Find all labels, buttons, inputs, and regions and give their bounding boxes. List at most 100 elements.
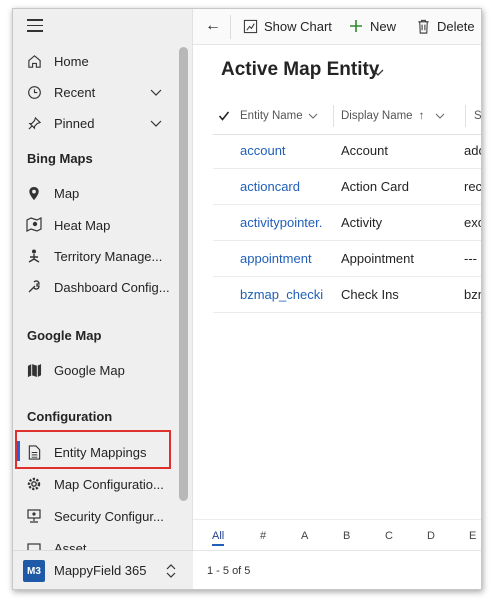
sidebar-item-label: Entity Mappings <box>54 444 147 460</box>
sidebar-item-territory-manager[interactable]: Territory Manage... <box>13 241 193 271</box>
display-name-cell: Account <box>341 143 388 158</box>
sidebar-item-label: Heat Map <box>54 217 111 233</box>
sidebar-item-label: Map Configuratio... <box>54 476 164 492</box>
security-icon <box>26 508 42 524</box>
column-header-display-name[interactable]: Display Name ↑ <box>341 101 446 131</box>
sidebar-item-label: Map <box>54 185 80 201</box>
view-title[interactable]: Active Map Entity <box>221 59 379 81</box>
third-column-cell: rec <box>464 179 482 194</box>
sidebar-scrollbar[interactable] <box>179 47 188 501</box>
app-window: Home Recent Pinned Bing Maps Map Heat Ma… <box>12 8 482 590</box>
new-button[interactable]: New <box>348 9 396 43</box>
third-column-cell: --- <box>464 251 477 266</box>
entity-name-link[interactable]: account <box>240 143 328 158</box>
column-header-label: Stre <box>474 110 482 122</box>
sidebar-item-label: Dashboard Config... <box>54 279 170 295</box>
display-name-cell: Action Card <box>341 179 409 194</box>
asset-icon <box>26 541 42 550</box>
filter-d[interactable]: D <box>427 530 435 542</box>
filter-all[interactable]: All <box>212 530 225 546</box>
main-content: ← Show Chart New Delete Active Map Entit… <box>193 9 481 589</box>
divider <box>230 15 231 39</box>
table-row[interactable]: bzmap_checkin Check Ins bzm <box>213 277 481 313</box>
app-switcher[interactable]: M3 MappyField 365 <box>13 550 193 589</box>
filter-a[interactable]: A <box>301 530 308 542</box>
chevron-down-icon <box>308 113 317 119</box>
back-button[interactable]: ← <box>205 9 221 43</box>
third-column-cell: ado <box>464 143 481 158</box>
entity-name-link[interactable]: actioncard <box>240 179 328 194</box>
chevron-up-down-icon[interactable] <box>165 562 177 580</box>
plus-icon <box>348 18 364 34</box>
document-icon <box>26 444 42 460</box>
entity-name-link[interactable]: bzmap_checkin <box>240 287 324 302</box>
entity-name-link[interactable]: activitypointer. <box>240 215 328 230</box>
checkmark-icon <box>218 111 230 121</box>
clock-icon <box>26 84 42 100</box>
column-header-entity-name[interactable]: Entity Name <box>240 101 319 131</box>
sidebar-item-home[interactable]: Home <box>13 46 193 76</box>
sidebar: Home Recent Pinned Bing Maps Map Heat Ma… <box>13 9 193 589</box>
sidebar-item-label: Security Configur... <box>54 508 164 524</box>
column-divider <box>333 105 334 127</box>
filter-e[interactable]: E <box>469 530 476 542</box>
chevron-down-icon[interactable] <box>149 85 163 99</box>
column-divider <box>465 105 466 127</box>
table-row[interactable]: activitypointer. Activity exo <box>213 205 481 241</box>
sidebar-item-recent[interactable]: Recent <box>13 77 193 107</box>
folded-map-icon <box>26 362 42 378</box>
sidebar-item-label: Pinned <box>54 115 95 131</box>
sidebar-item-map-configuration[interactable]: Map Configuratio... <box>13 469 193 499</box>
record-count: 1 - 5 of 5 <box>207 565 251 577</box>
table-row[interactable]: account Account ado <box>213 133 481 169</box>
table-row[interactable]: appointment Appointment --- <box>213 241 481 277</box>
filter-b[interactable]: B <box>343 530 350 542</box>
alphabet-filter: All # A B C D E <box>193 519 481 549</box>
display-name-cell: Activity <box>341 215 383 230</box>
sidebar-item-security-configuration[interactable]: Security Configur... <box>13 501 193 531</box>
show-chart-label: Show Chart <box>264 18 332 34</box>
column-header-label: Entity Name <box>240 110 303 122</box>
delete-button[interactable]: Delete <box>415 9 475 43</box>
sidebar-item-entity-mappings[interactable]: Entity Mappings <box>13 437 193 467</box>
select-all-checkbox[interactable] <box>218 101 230 131</box>
sidebar-item-label: Google Map <box>54 362 125 378</box>
show-chart-button[interactable]: Show Chart <box>242 9 332 43</box>
sidebar-item-heat-map[interactable]: Heat Map <box>13 210 193 240</box>
display-name-cell: Appointment <box>341 251 414 266</box>
chevron-down-icon <box>435 113 445 119</box>
filter-hash[interactable]: # <box>260 530 266 542</box>
trash-icon <box>415 18 431 34</box>
home-icon <box>26 53 42 69</box>
filter-c[interactable]: C <box>385 530 393 542</box>
hamburger-menu-icon[interactable] <box>27 19 43 33</box>
chevron-down-icon[interactable] <box>371 65 385 79</box>
sort-ascending-icon: ↑ <box>418 110 425 122</box>
section-title-bing-maps: Bing Maps <box>27 151 93 166</box>
gear-icon <box>26 476 42 492</box>
command-bar: ← Show Chart New Delete <box>193 9 481 45</box>
sidebar-item-asset[interactable]: Asset <box>13 533 193 550</box>
pin-icon <box>26 115 42 131</box>
entity-name-link[interactable]: appointment <box>240 251 328 266</box>
section-title-configuration: Configuration <box>27 409 113 424</box>
sidebar-item-label: Recent <box>54 84 96 100</box>
sidebar-item-label: Asset <box>54 541 87 550</box>
chart-icon <box>242 18 258 34</box>
dashboard-config-icon <box>26 279 42 295</box>
table-row[interactable]: actioncard Action Card rec <box>213 169 481 205</box>
chevron-down-icon[interactable] <box>149 116 163 130</box>
display-name-cell: Check Ins <box>341 287 399 302</box>
delete-label: Delete <box>437 18 475 34</box>
new-label: New <box>370 18 397 34</box>
column-header-third[interactable]: Stre <box>474 101 482 131</box>
sidebar-item-map[interactable]: Map <box>13 178 193 208</box>
section-title-google-map: Google Map <box>27 328 102 343</box>
third-column-cell: exo <box>464 215 481 230</box>
app-name: MappyField 365 <box>54 563 147 578</box>
sidebar-item-dashboard-config[interactable]: Dashboard Config... <box>13 272 193 302</box>
heat-map-icon <box>26 217 42 233</box>
sidebar-item-pinned[interactable]: Pinned <box>13 108 193 138</box>
sidebar-item-google-map[interactable]: Google Map <box>13 355 193 385</box>
sidebar-item-label: Home <box>54 53 89 69</box>
